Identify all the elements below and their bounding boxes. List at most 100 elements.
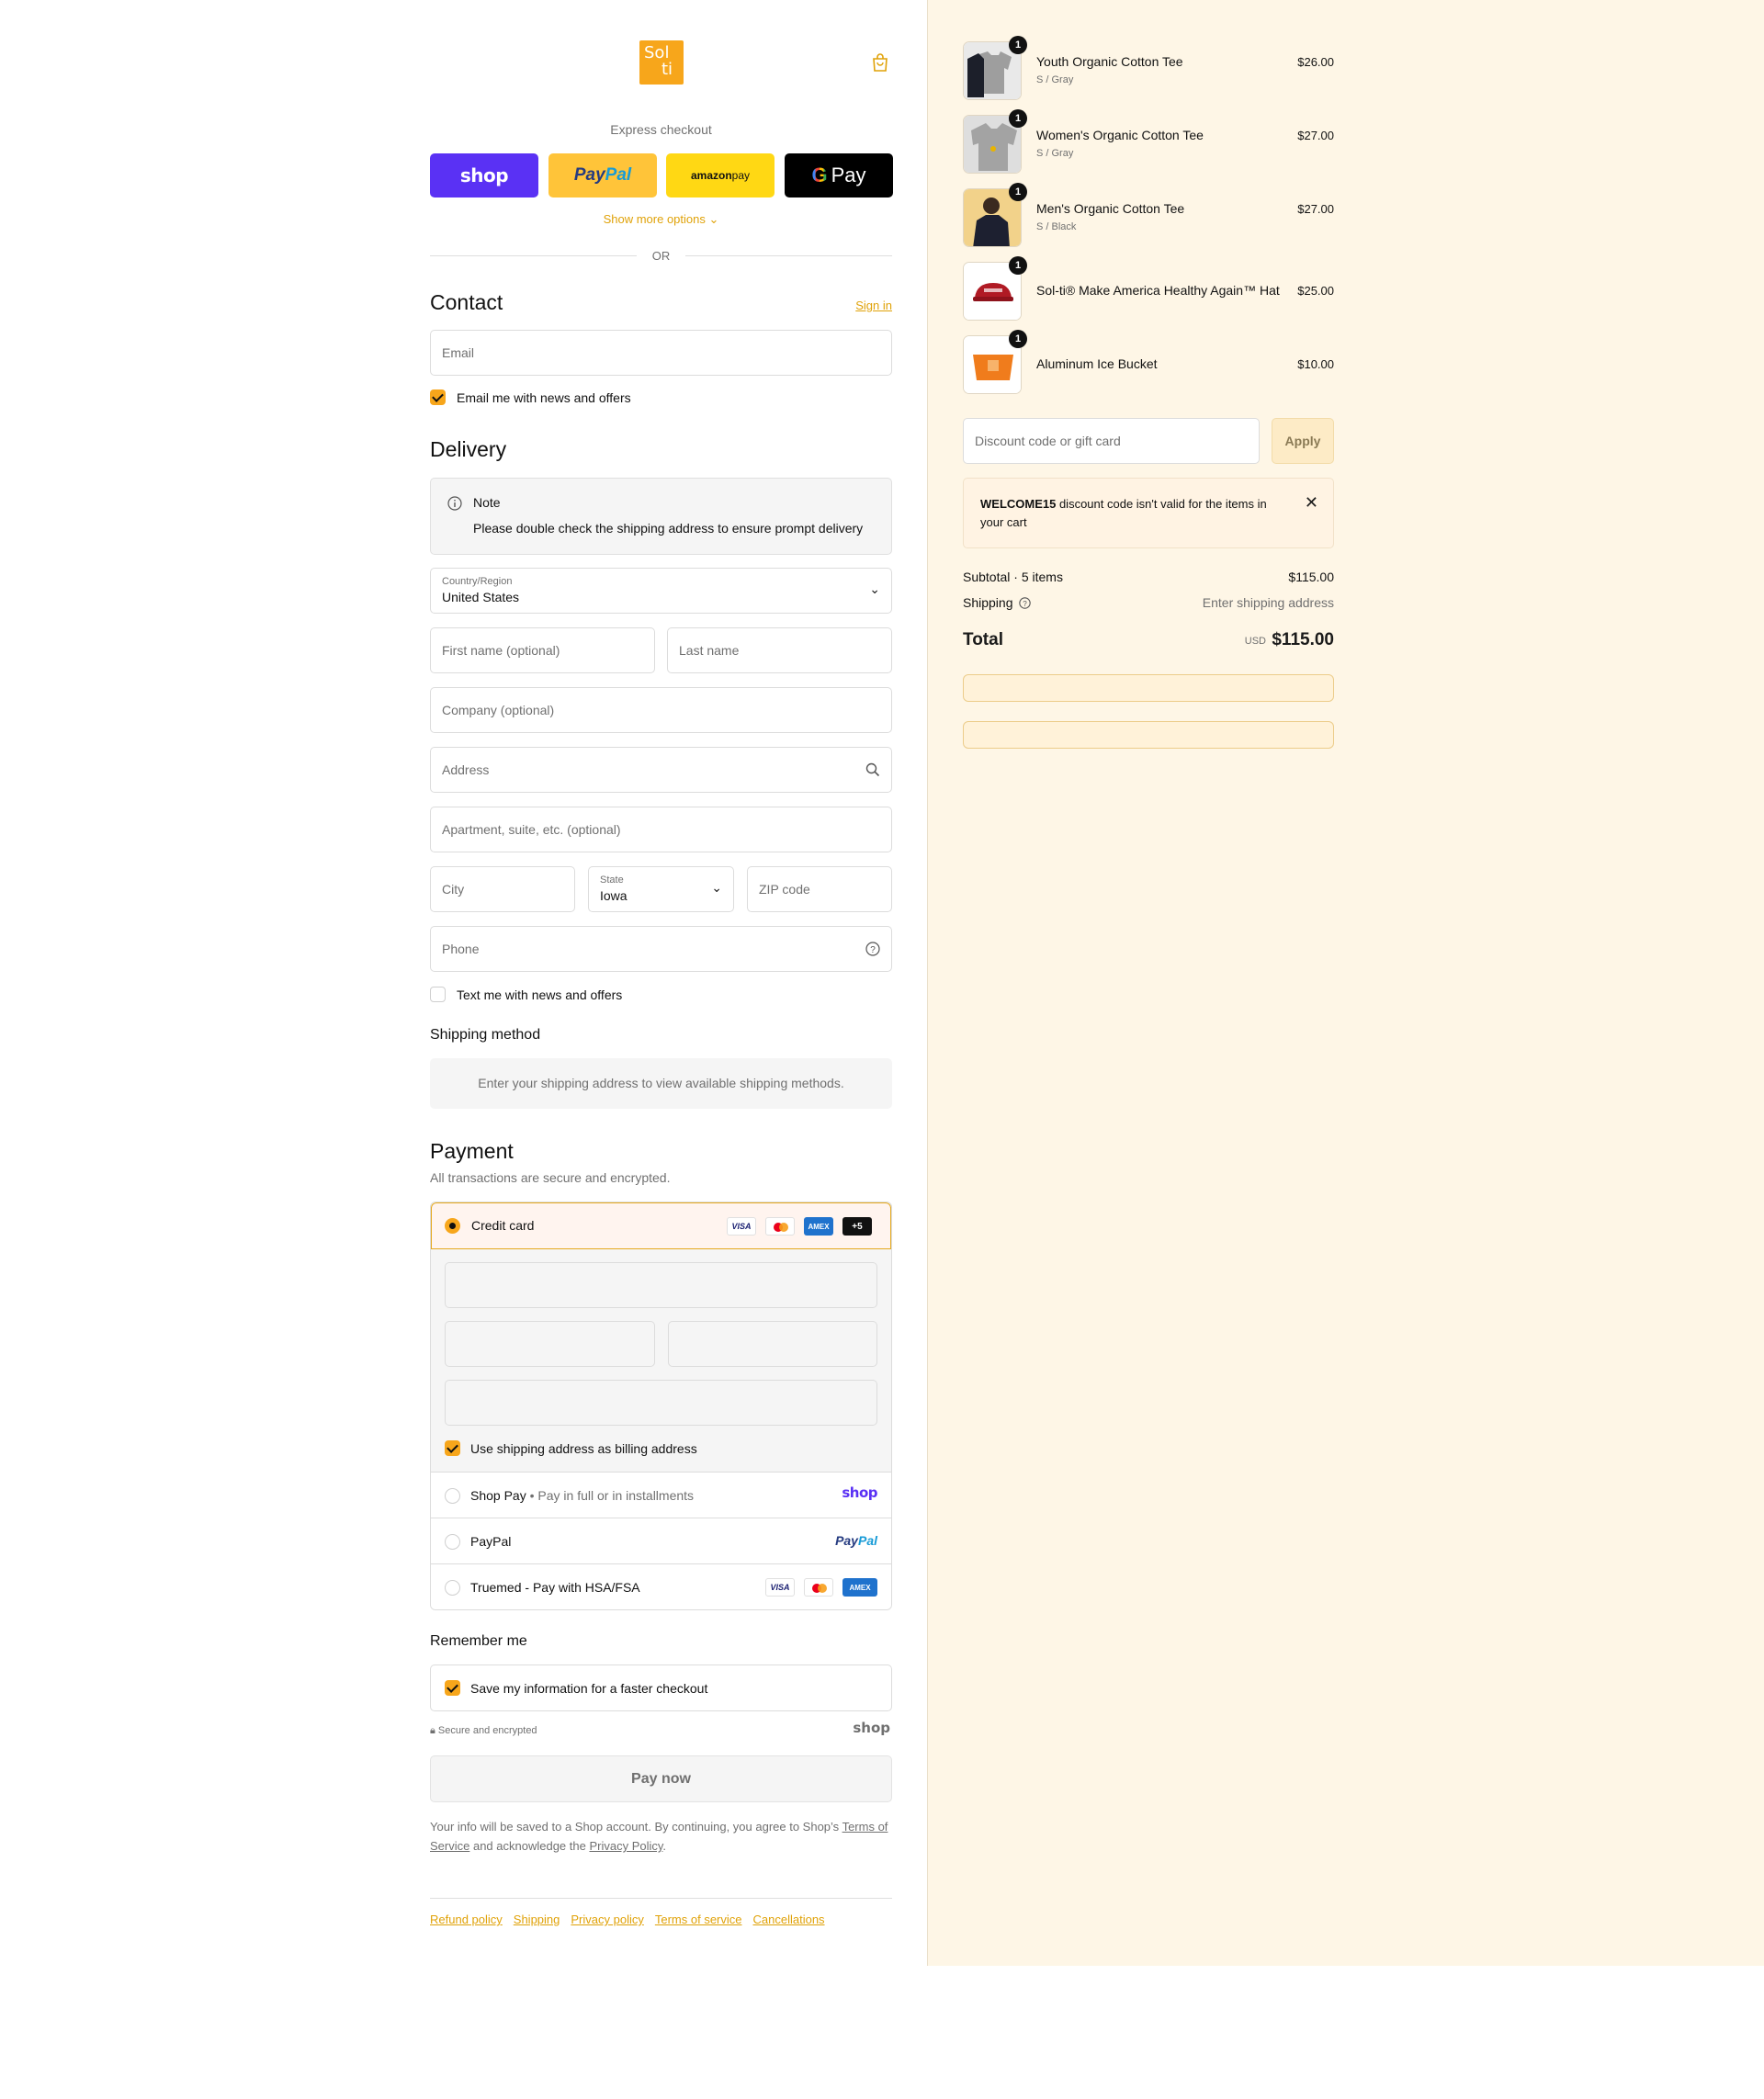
terms-of-service-footer-link[interactable]: Terms of service <box>655 1913 742 1926</box>
close-icon[interactable]: ✕ <box>1305 493 1318 513</box>
loading-placeholder <box>963 721 1334 749</box>
email-news-checkbox[interactable] <box>430 389 446 405</box>
sign-in-link[interactable]: Sign in <box>855 299 892 312</box>
state-label: State <box>600 875 624 886</box>
email-field[interactable]: Email <box>430 330 892 376</box>
shop-pay-express-button[interactable]: shop <box>430 153 538 197</box>
store-logo[interactable]: Sol ti <box>639 40 684 85</box>
quantity-badge: 1 <box>1009 183 1027 201</box>
remember-me-heading: Remember me <box>430 1633 527 1649</box>
mastercard-icon <box>804 1578 833 1597</box>
truemed-label: Truemed - Pay with HSA/FSA <box>470 1580 640 1595</box>
credit-card-label: Credit card <box>471 1218 535 1233</box>
chevron-down-icon: ⌄ <box>711 880 722 895</box>
company-field[interactable]: Company (optional) <box>430 687 892 733</box>
cancellations-link[interactable]: Cancellations <box>753 1913 825 1926</box>
city-placeholder: City <box>442 882 465 897</box>
credit-card-radio[interactable] <box>445 1218 460 1234</box>
mastercard-icon <box>765 1217 795 1236</box>
zip-field[interactable]: ZIP code <box>747 866 892 912</box>
text-news-checkbox[interactable] <box>430 987 446 1002</box>
more-cards-badge: +5 <box>842 1217 872 1236</box>
total-label: Total <box>963 630 1003 649</box>
billing-address-checkbox[interactable] <box>445 1440 460 1456</box>
security-code-field[interactable] <box>668 1321 877 1367</box>
amazon-logo: amazon <box>690 169 732 182</box>
item-price: $26.00 <box>1297 55 1334 69</box>
discount-code-input[interactable]: Discount code or gift card <box>963 418 1260 464</box>
paypal-radio[interactable] <box>445 1534 460 1550</box>
shop-pay-option[interactable]: Shop Pay • Pay in full or in installment… <box>431 1472 891 1518</box>
expiration-field[interactable] <box>445 1321 655 1367</box>
search-icon <box>865 762 880 777</box>
item-price: $27.00 <box>1297 202 1334 216</box>
state-value: Iowa <box>600 888 628 903</box>
item-name: Sol-ti® Make America Healthy Again™ Hat <box>1036 283 1280 298</box>
last-name-placeholder: Last name <box>679 643 740 658</box>
paypal-logo-b: Pal <box>605 165 632 185</box>
divider-line-right <box>685 255 892 256</box>
visa-icon: VISA <box>727 1217 756 1236</box>
or-divider: OR <box>430 247 892 265</box>
pay-now-button[interactable]: Pay now <box>430 1755 892 1802</box>
shipping-policy-link[interactable]: Shipping <box>514 1913 560 1926</box>
zip-placeholder: ZIP code <box>759 882 810 897</box>
help-circle-icon[interactable]: ? <box>865 942 880 956</box>
amex-icon: AMEX <box>804 1217 833 1236</box>
city-field[interactable]: City <box>430 866 575 912</box>
card-number-field[interactable] <box>445 1262 877 1308</box>
shop-pay-logo: shop <box>842 1484 877 1501</box>
amazon-pay-text: pay <box>731 169 751 182</box>
item-name: Aluminum Ice Bucket <box>1036 356 1158 371</box>
help-circle-icon[interactable]: ? <box>1019 597 1032 609</box>
shop-pay-radio[interactable] <box>445 1488 460 1504</box>
shop-pay-sub: Pay in full or in installments <box>537 1488 695 1503</box>
item-variant: S / Black <box>1036 221 1077 232</box>
quantity-badge: 1 <box>1009 36 1027 54</box>
legal-text-3: . <box>662 1839 667 1853</box>
billing-address-label: Use shipping address as billing address <box>470 1441 697 1456</box>
apartment-placeholder: Apartment, suite, etc. (optional) <box>442 822 621 837</box>
amazon-pay-express-button[interactable]: amazon pay <box>666 153 775 197</box>
privacy-policy-footer-link[interactable]: Privacy policy <box>571 1913 643 1926</box>
paypal-express-button[interactable]: Pay Pal <box>548 153 657 197</box>
payment-heading: Payment <box>430 1139 514 1163</box>
apply-button[interactable]: Apply <box>1272 418 1334 464</box>
apartment-field[interactable]: Apartment, suite, etc. (optional) <box>430 807 892 852</box>
address-field[interactable]: Address <box>430 747 892 793</box>
item-price: $10.00 <box>1297 357 1334 371</box>
phone-field[interactable]: Phone ? <box>430 926 892 972</box>
save-info-checkbox[interactable] <box>445 1680 460 1696</box>
paypal-logo-a: Pay <box>573 165 605 185</box>
payment-subtitle: All transactions are secure and encrypte… <box>430 1170 671 1185</box>
privacy-policy-link[interactable]: Privacy Policy <box>589 1839 662 1853</box>
cart-item: 1 Youth Organic Cotton Tee S / Gray $26.… <box>963 36 1334 100</box>
card-details-area: Use shipping address as billing address <box>431 1249 891 1472</box>
truemed-option[interactable]: Truemed - Pay with HSA/FSA VISA AMEX <box>431 1563 891 1609</box>
express-checkout-label: Express checkout <box>610 122 712 137</box>
credit-card-option[interactable]: Credit card VISA AMEX +5 <box>431 1202 891 1249</box>
total-value: $115.00 <box>1272 630 1334 649</box>
google-pay-express-button[interactable]: G Pay <box>785 153 893 197</box>
first-name-field[interactable]: First name (optional) <box>430 627 655 673</box>
last-name-field[interactable]: Last name <box>667 627 892 673</box>
svg-text:?: ? <box>870 945 876 955</box>
item-variant: S / Gray <box>1036 74 1074 85</box>
cart-item: 1 Men's Organic Cotton Tee S / Black $27… <box>963 183 1334 247</box>
gpay-text: Pay <box>831 164 866 186</box>
shopping-bag-icon[interactable] <box>872 53 888 72</box>
name-on-card-field[interactable] <box>445 1380 877 1426</box>
info-icon <box>447 496 462 511</box>
country-select[interactable]: Country/Region United States ⌄ <box>430 568 892 614</box>
state-select[interactable]: State Iowa ⌄ <box>588 866 734 912</box>
loading-placeholder <box>963 674 1334 702</box>
note-text: Please double check the shipping address… <box>473 521 864 536</box>
show-more-options-link[interactable]: Show more options ⌄ <box>430 212 892 227</box>
item-price: $27.00 <box>1297 129 1334 142</box>
refund-policy-link[interactable]: Refund policy <box>430 1913 503 1926</box>
paypal-option[interactable]: PayPal PayPal <box>431 1518 891 1563</box>
legal-text: Your info will be saved to a Shop accoun… <box>430 1817 892 1856</box>
truemed-radio[interactable] <box>445 1580 460 1596</box>
item-price: $25.00 <box>1297 284 1334 298</box>
first-name-placeholder: First name (optional) <box>442 643 560 658</box>
